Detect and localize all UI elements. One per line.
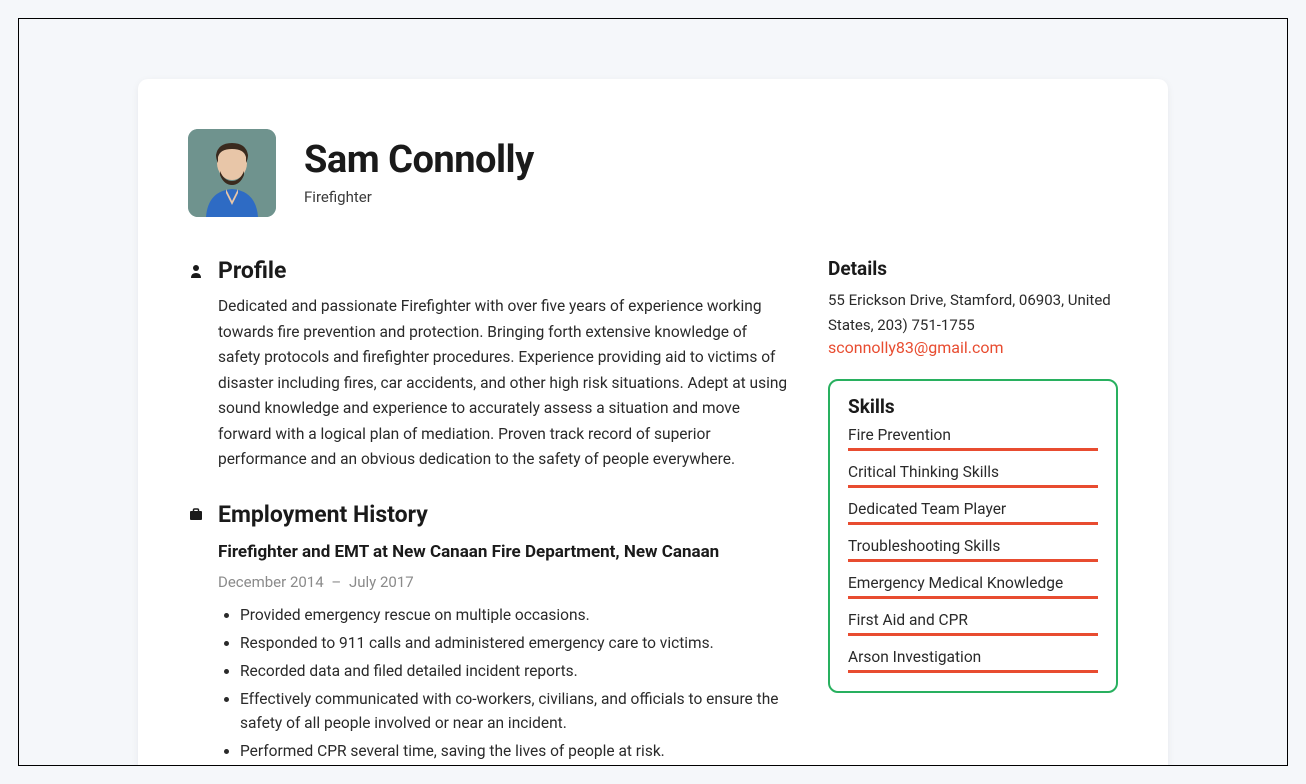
avatar-image <box>188 129 276 217</box>
skill-row: Critical Thinking Skills <box>848 463 1098 488</box>
profile-text: Dedicated and passionate Firefighter wit… <box>188 294 788 473</box>
bullet-item: Responded to 911 calls and administered … <box>240 631 788 655</box>
avatar <box>188 129 276 217</box>
skill-name: Troubleshooting Skills <box>848 537 1098 555</box>
skill-row: First Aid and CPR <box>848 611 1098 636</box>
skill-bar <box>848 559 1098 562</box>
profile-heading: Profile <box>218 257 286 284</box>
skill-row: Dedicated Team Player <box>848 500 1098 525</box>
skill-bar <box>848 448 1098 451</box>
skill-bar <box>848 596 1098 599</box>
briefcase-icon <box>188 506 204 522</box>
skills-heading: Skills <box>848 395 1098 418</box>
details-address: 55 Erickson Drive, Stamford, 06903, Unit… <box>828 288 1118 338</box>
job-end: July 2017 <box>349 573 414 591</box>
skill-bar <box>848 485 1098 488</box>
skill-bar <box>848 633 1098 636</box>
resume-body: Profile Dedicated and passionate Firefig… <box>188 257 1118 766</box>
employment-body: Firefighter and EMT at New Canaan Fire D… <box>188 538 788 766</box>
job-start: December 2014 <box>218 573 324 591</box>
skill-bar <box>848 522 1098 525</box>
main-column: Profile Dedicated and passionate Firefig… <box>188 257 788 766</box>
details-email[interactable]: sconnolly83@gmail.com <box>828 338 1004 357</box>
job-dates: December 2014 – July 2017 <box>218 570 788 595</box>
skill-name: Arson Investigation <box>848 648 1098 666</box>
skill-name: Fire Prevention <box>848 426 1098 444</box>
job-title: Firefighter and EMT at New Canaan Fire D… <box>218 538 788 566</box>
skill-row: Emergency Medical Knowledge <box>848 574 1098 599</box>
profile-section: Profile Dedicated and passionate Firefig… <box>188 257 788 473</box>
resume-header: Sam Connolly Firefighter <box>188 129 1118 217</box>
person-icon <box>188 263 204 279</box>
skill-bar <box>848 670 1098 673</box>
person-name: Sam Connolly <box>304 140 534 182</box>
bullet-item: Recorded data and filed detailed inciden… <box>240 659 788 683</box>
skill-row: Fire Prevention <box>848 426 1098 451</box>
skill-name: Critical Thinking Skills <box>848 463 1098 481</box>
viewport: Sam Connolly Firefighter Profile Dedicat… <box>18 18 1288 766</box>
bullet-item: Effectively communicated with co-workers… <box>240 687 788 735</box>
section-head: Profile <box>188 257 788 284</box>
header-text: Sam Connolly Firefighter <box>304 140 534 206</box>
details-section: Details 55 Erickson Drive, Stamford, 069… <box>828 257 1118 357</box>
skill-row: Troubleshooting Skills <box>848 537 1098 562</box>
bullet-item: Provided emergency rescue on multiple oc… <box>240 603 788 627</box>
employment-section: Employment History Firefighter and EMT a… <box>188 501 788 766</box>
sidebar-column: Details 55 Erickson Drive, Stamford, 069… <box>828 257 1118 766</box>
section-head: Employment History <box>188 501 788 528</box>
bullet-item: Performed CPR several time, saving the l… <box>240 739 788 763</box>
resume-page: Sam Connolly Firefighter Profile Dedicat… <box>138 79 1168 766</box>
job-bullets: Provided emergency rescue on multiple oc… <box>218 603 788 766</box>
skill-name: First Aid and CPR <box>848 611 1098 629</box>
employment-heading: Employment History <box>218 501 428 528</box>
details-heading: Details <box>828 257 1118 280</box>
date-separator: – <box>331 573 341 591</box>
person-title: Firefighter <box>304 188 534 206</box>
skills-section: Skills Fire Prevention Critical Thinking… <box>828 379 1118 693</box>
skill-name: Dedicated Team Player <box>848 500 1098 518</box>
skill-name: Emergency Medical Knowledge <box>848 574 1098 592</box>
skill-row: Arson Investigation <box>848 648 1098 673</box>
